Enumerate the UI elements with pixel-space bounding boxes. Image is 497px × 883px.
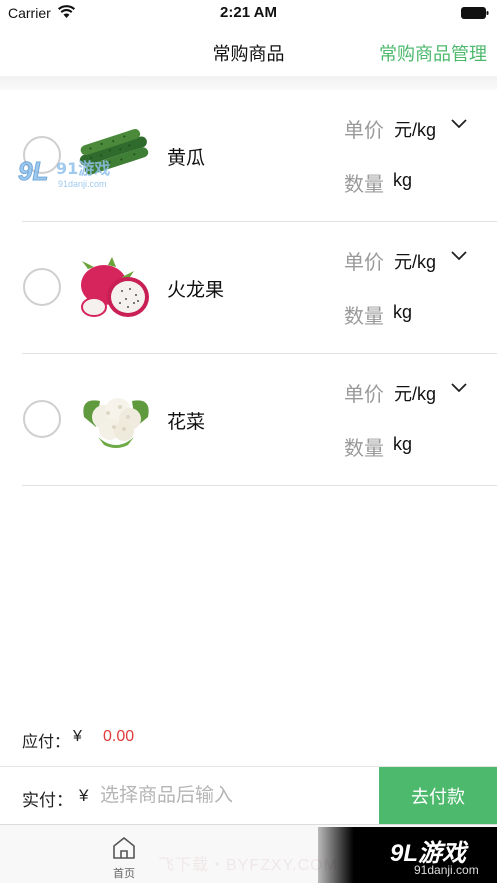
paid-amount-currency: ¥ bbox=[79, 786, 89, 805]
quantity-unit: kg bbox=[393, 302, 413, 322]
quantity-label: 数量 bbox=[344, 174, 384, 196]
battery-icon bbox=[461, 7, 489, 19]
watermark-logo: 9L 91游戏 91danji.com bbox=[18, 156, 111, 190]
nav-bar: 常购商品 常购商品管理 bbox=[0, 26, 497, 76]
product-name: 黄瓜 bbox=[167, 148, 206, 169]
paid-amount-input[interactable] bbox=[100, 779, 370, 813]
checkout-button[interactable]: 去付款 bbox=[379, 767, 497, 825]
unit-price-label: 单价 bbox=[344, 252, 384, 274]
amount-due-currency: ¥ bbox=[73, 728, 82, 745]
chevron-down-icon[interactable] bbox=[450, 250, 468, 262]
tab-home[interactable]: 首页 bbox=[95, 831, 153, 881]
tab-home-label: 首页 bbox=[113, 868, 135, 880]
price-unit-select[interactable]: 元/kg bbox=[394, 116, 436, 142]
unit-price-label: 单价 bbox=[344, 120, 384, 142]
watermark-badge: 9L游戏 91danji.com bbox=[318, 827, 497, 883]
cauliflower-image bbox=[83, 398, 149, 448]
select-radio[interactable] bbox=[23, 400, 61, 438]
quantity-label: 数量 bbox=[344, 438, 384, 460]
nav-divider bbox=[0, 76, 497, 90]
tab-bar: 首页 飞下载・BYFZXY.COM 9L游戏 91danji.com bbox=[0, 824, 497, 883]
product-list: 黄瓜 单价 元/kg 数量 kg 火龙果 单价 元/kg 数量 kg 花菜 单价… bbox=[0, 90, 497, 486]
quantity-unit: kg bbox=[393, 434, 413, 454]
price-unit-select[interactable]: 元/kg bbox=[394, 248, 436, 274]
watermark-text: 飞下载・BYFZXY.COM bbox=[158, 857, 338, 874]
amount-due-value: 0.00 bbox=[103, 728, 135, 745]
row-divider bbox=[22, 485, 497, 486]
manage-frequent-products-button[interactable]: 常购商品管理 bbox=[379, 40, 487, 66]
status-bar: Carrier 2:21 AM bbox=[0, 0, 497, 26]
chevron-down-icon[interactable] bbox=[450, 382, 468, 394]
dragon-fruit-image bbox=[81, 257, 149, 317]
product-name: 火龙果 bbox=[167, 280, 225, 301]
product-row: 火龙果 单价 元/kg 数量 kg bbox=[0, 222, 497, 354]
payment-row: 实付： ¥ 去付款 bbox=[0, 766, 497, 825]
product-row: 花菜 单价 元/kg 数量 kg bbox=[0, 354, 497, 486]
amount-due-label: 应付： bbox=[22, 734, 71, 751]
watermark-brand: 91游戏 bbox=[56, 159, 110, 178]
status-time: 2:21 AM bbox=[220, 4, 277, 21]
paid-amount-label: 实付： bbox=[22, 791, 73, 810]
select-radio[interactable] bbox=[23, 268, 61, 306]
svg-text:9L: 9L bbox=[18, 156, 48, 186]
price-unit-select[interactable]: 元/kg bbox=[394, 380, 436, 406]
chevron-down-icon[interactable] bbox=[450, 118, 468, 130]
product-name: 花菜 bbox=[167, 412, 206, 433]
watermark-url: 91danji.com bbox=[58, 179, 107, 189]
quantity-unit: kg bbox=[393, 170, 413, 190]
home-icon bbox=[113, 837, 135, 859]
quantity-label: 数量 bbox=[344, 306, 384, 328]
unit-price-label: 单价 bbox=[344, 384, 384, 406]
watermark-badge-url: 91danji.com bbox=[414, 863, 479, 877]
amount-due-row: 应付： ¥ 0.00 bbox=[0, 718, 497, 758]
